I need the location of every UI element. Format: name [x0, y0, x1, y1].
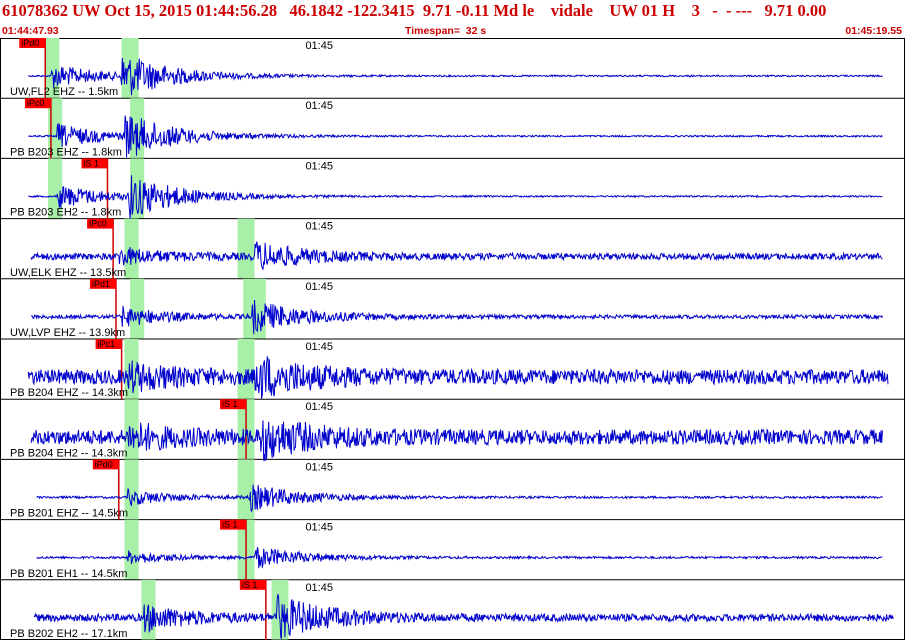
station-label: UW,LVP EHZ -- 13.9km	[10, 327, 125, 339]
pick-label: iPd1	[92, 279, 110, 289]
time-marker: 01:45	[305, 401, 333, 413]
station-label: PB B203 EHZ -- 1.8km	[10, 146, 122, 158]
time-marker: 01:45	[305, 100, 333, 112]
pick-label: iS 1	[242, 580, 258, 590]
seismogram-header: 61078362 UW Oct 15, 2015 01:44:56.28 46.…	[0, 0, 905, 38]
pick-label: iS 1	[222, 399, 238, 409]
start-time: 01:44:47.93	[2, 25, 59, 37]
time-marker: 01:45	[305, 522, 333, 534]
pick-window	[130, 278, 145, 339]
station-label: UW,FL2 EHZ -- 1.5km	[10, 86, 118, 98]
waveform-panel: iPd0 01:45UW,FL2 EHZ -- 1.5kmiPc0 01:45PB …	[0, 38, 905, 640]
pick-window	[237, 218, 255, 279]
station-label: PB B201 EH1 -- 14.5km	[10, 568, 127, 580]
station-label: UW,ELK EHZ -- 13.5km	[10, 267, 126, 279]
pick-label: iS 1	[83, 158, 99, 168]
pick-label: iPc0	[27, 98, 45, 108]
waveform-trace	[36, 484, 883, 513]
pick-label: iPd0	[21, 38, 39, 48]
pick-window	[124, 218, 139, 279]
pick-label: iPd0	[95, 459, 113, 469]
waveform-trace	[27, 355, 889, 399]
waveform-trace	[27, 57, 883, 96]
time-marker: 01:45	[305, 582, 333, 594]
pick-window	[237, 339, 255, 400]
waveform-trace	[33, 593, 894, 639]
station-label: PB B202 EH2 -- 17.1km	[10, 628, 127, 640]
pick-label: iPc0	[89, 219, 107, 229]
time-marker: 01:45	[305, 341, 333, 353]
station-label: PB B204 EH2 -- 14.3km	[10, 447, 127, 459]
waveform-trace	[30, 420, 883, 462]
time-marker: 01:45	[305, 221, 333, 233]
waveform-trace	[30, 241, 883, 270]
pick-label: iS 1	[222, 520, 238, 530]
time-marker: 01:45	[305, 281, 333, 293]
station-label: PB B201 EHZ -- 14.5km	[10, 508, 128, 520]
event-title: 61078362 UW Oct 15, 2015 01:44:56.28 46.…	[2, 1, 827, 20]
time-marker: 01:45	[305, 40, 333, 52]
station-label: PB B203 EH2 -- 1.8km	[10, 207, 121, 219]
pick-label: iPc1	[98, 339, 116, 349]
timespan-label: Timespan= 32 s	[405, 25, 487, 37]
waveform-trace	[31, 299, 883, 335]
waveform-trace	[36, 547, 883, 569]
time-marker: 01:45	[305, 461, 333, 473]
waveform-trace	[27, 175, 883, 219]
time-marker: 01:45	[305, 160, 333, 172]
station-label: PB B204 EHZ -- 14.3km	[10, 387, 128, 399]
end-time: 01:45:19.55	[845, 25, 902, 37]
waveform-trace	[28, 115, 883, 158]
